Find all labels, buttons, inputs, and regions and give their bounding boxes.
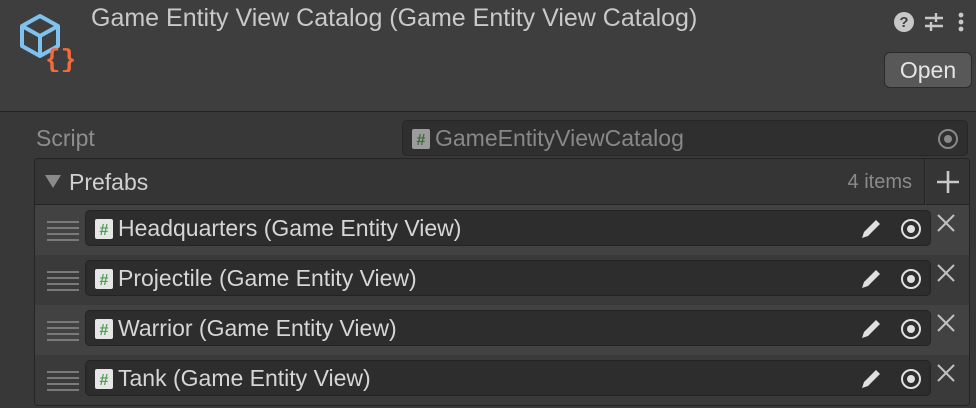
pencil-icon[interactable] [858,316,884,342]
drag-handle-icon[interactable] [47,221,79,241]
script-name: GameEntityViewCatalog [435,125,684,151]
prefabs-label: Prefabs [69,169,149,195]
remove-item-icon[interactable] [935,312,957,334]
remove-item-icon[interactable] [935,362,957,384]
pencil-icon[interactable] [858,366,884,392]
svg-text:#: # [100,372,109,389]
svg-text:?: ? [899,14,908,31]
prefab-name: Tank (Game Entity View) [118,365,371,391]
kebab-menu-icon[interactable] [954,10,968,34]
list-item: # Tank (Game Entity View) [35,355,969,405]
remove-item-icon[interactable] [935,262,957,284]
add-item-button[interactable] [926,159,969,205]
svg-text:#: # [417,132,426,149]
script-object-field: # GameEntityViewCatalog [402,120,968,156]
script-property-row: Script # GameEntityViewCatalog [0,118,976,158]
svg-text:#: # [100,322,109,339]
pencil-icon[interactable] [858,266,884,292]
prefab-name: Warrior (Game Entity View) [118,315,397,341]
script-file-icon: # [95,369,113,389]
prefab-name: Headquarters (Game Entity View) [118,215,462,241]
prefab-object-field[interactable]: # Warrior (Game Entity View) [85,310,931,346]
prefabs-list-header[interactable]: Prefabs 4 items [35,159,925,205]
help-icon[interactable]: ? [892,10,916,34]
open-button[interactable]: Open [884,52,972,88]
inspector-title: Game Entity View Catalog (Game Entity Vi… [91,4,698,32]
drag-handle-icon[interactable] [47,321,79,341]
inspector-header: {} Game Entity View Catalog (Game Entity… [0,0,976,112]
prefab-object-field[interactable]: # Projectile (Game Entity View) [85,260,931,296]
list-item: # Projectile (Game Entity View) [35,255,969,305]
script-file-icon: # [412,129,430,149]
drag-handle-icon[interactable] [47,271,79,291]
script-file-icon: # [95,219,113,239]
pencil-icon[interactable] [858,216,884,242]
drag-handle-icon[interactable] [47,371,79,391]
prefab-name: Projectile (Game Entity View) [118,265,417,291]
list-item: # Warrior (Game Entity View) [35,305,969,355]
svg-text:{}: {} [45,45,76,72]
prefabs-list: Prefabs 4 items # Headquarters (Game Ent… [34,158,970,406]
sliders-icon[interactable] [922,10,946,34]
script-file-icon: # [95,269,113,289]
object-picker-icon[interactable] [900,368,922,390]
object-picker-icon[interactable] [900,318,922,340]
svg-text:#: # [100,222,109,239]
remove-item-icon[interactable] [935,212,957,234]
script-file-icon: # [95,319,113,339]
foldout-arrow-icon[interactable] [45,175,61,188]
script-label: Script [36,125,95,151]
item-count: 4 items [847,171,912,193]
list-item: # Headquarters (Game Entity View) [35,205,969,255]
scriptable-object-icon: {} [20,14,76,72]
svg-text:#: # [100,272,109,289]
plus-icon [937,170,959,193]
object-picker-icon [938,129,958,149]
object-picker-icon[interactable] [900,218,922,240]
object-picker-icon[interactable] [900,268,922,290]
prefab-object-field[interactable]: # Headquarters (Game Entity View) [85,210,931,246]
prefab-object-field[interactable]: # Tank (Game Entity View) [85,360,931,396]
